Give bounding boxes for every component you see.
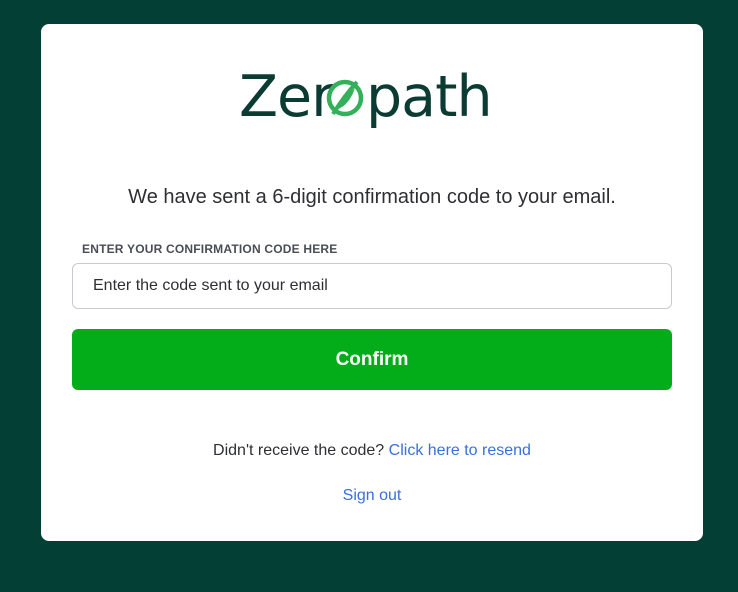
code-field-label: ENTER YOUR CONFIRMATION CODE HERE: [82, 242, 338, 256]
confirm-button[interactable]: Confirm: [72, 329, 672, 390]
verification-card: Zer path We have sent a 6-digit confirma…: [41, 24, 703, 541]
sign-out-link[interactable]: Sign out: [343, 487, 402, 504]
resend-row: Didn't receive the code? Click here to r…: [41, 442, 703, 460]
resend-prompt: Didn't receive the code?: [213, 442, 389, 459]
leaf-o-icon: [326, 79, 364, 117]
signout-row: Sign out: [41, 487, 703, 505]
resend-code-link[interactable]: Click here to resend: [389, 442, 531, 459]
logo-text-suffix: path: [366, 64, 492, 130]
zeropath-logo: Zer path: [239, 64, 493, 130]
logo-text-prefix: Zer: [239, 64, 335, 130]
confirmation-code-input[interactable]: [72, 263, 672, 309]
confirmation-message: We have sent a 6-digit confirmation code…: [128, 186, 616, 208]
